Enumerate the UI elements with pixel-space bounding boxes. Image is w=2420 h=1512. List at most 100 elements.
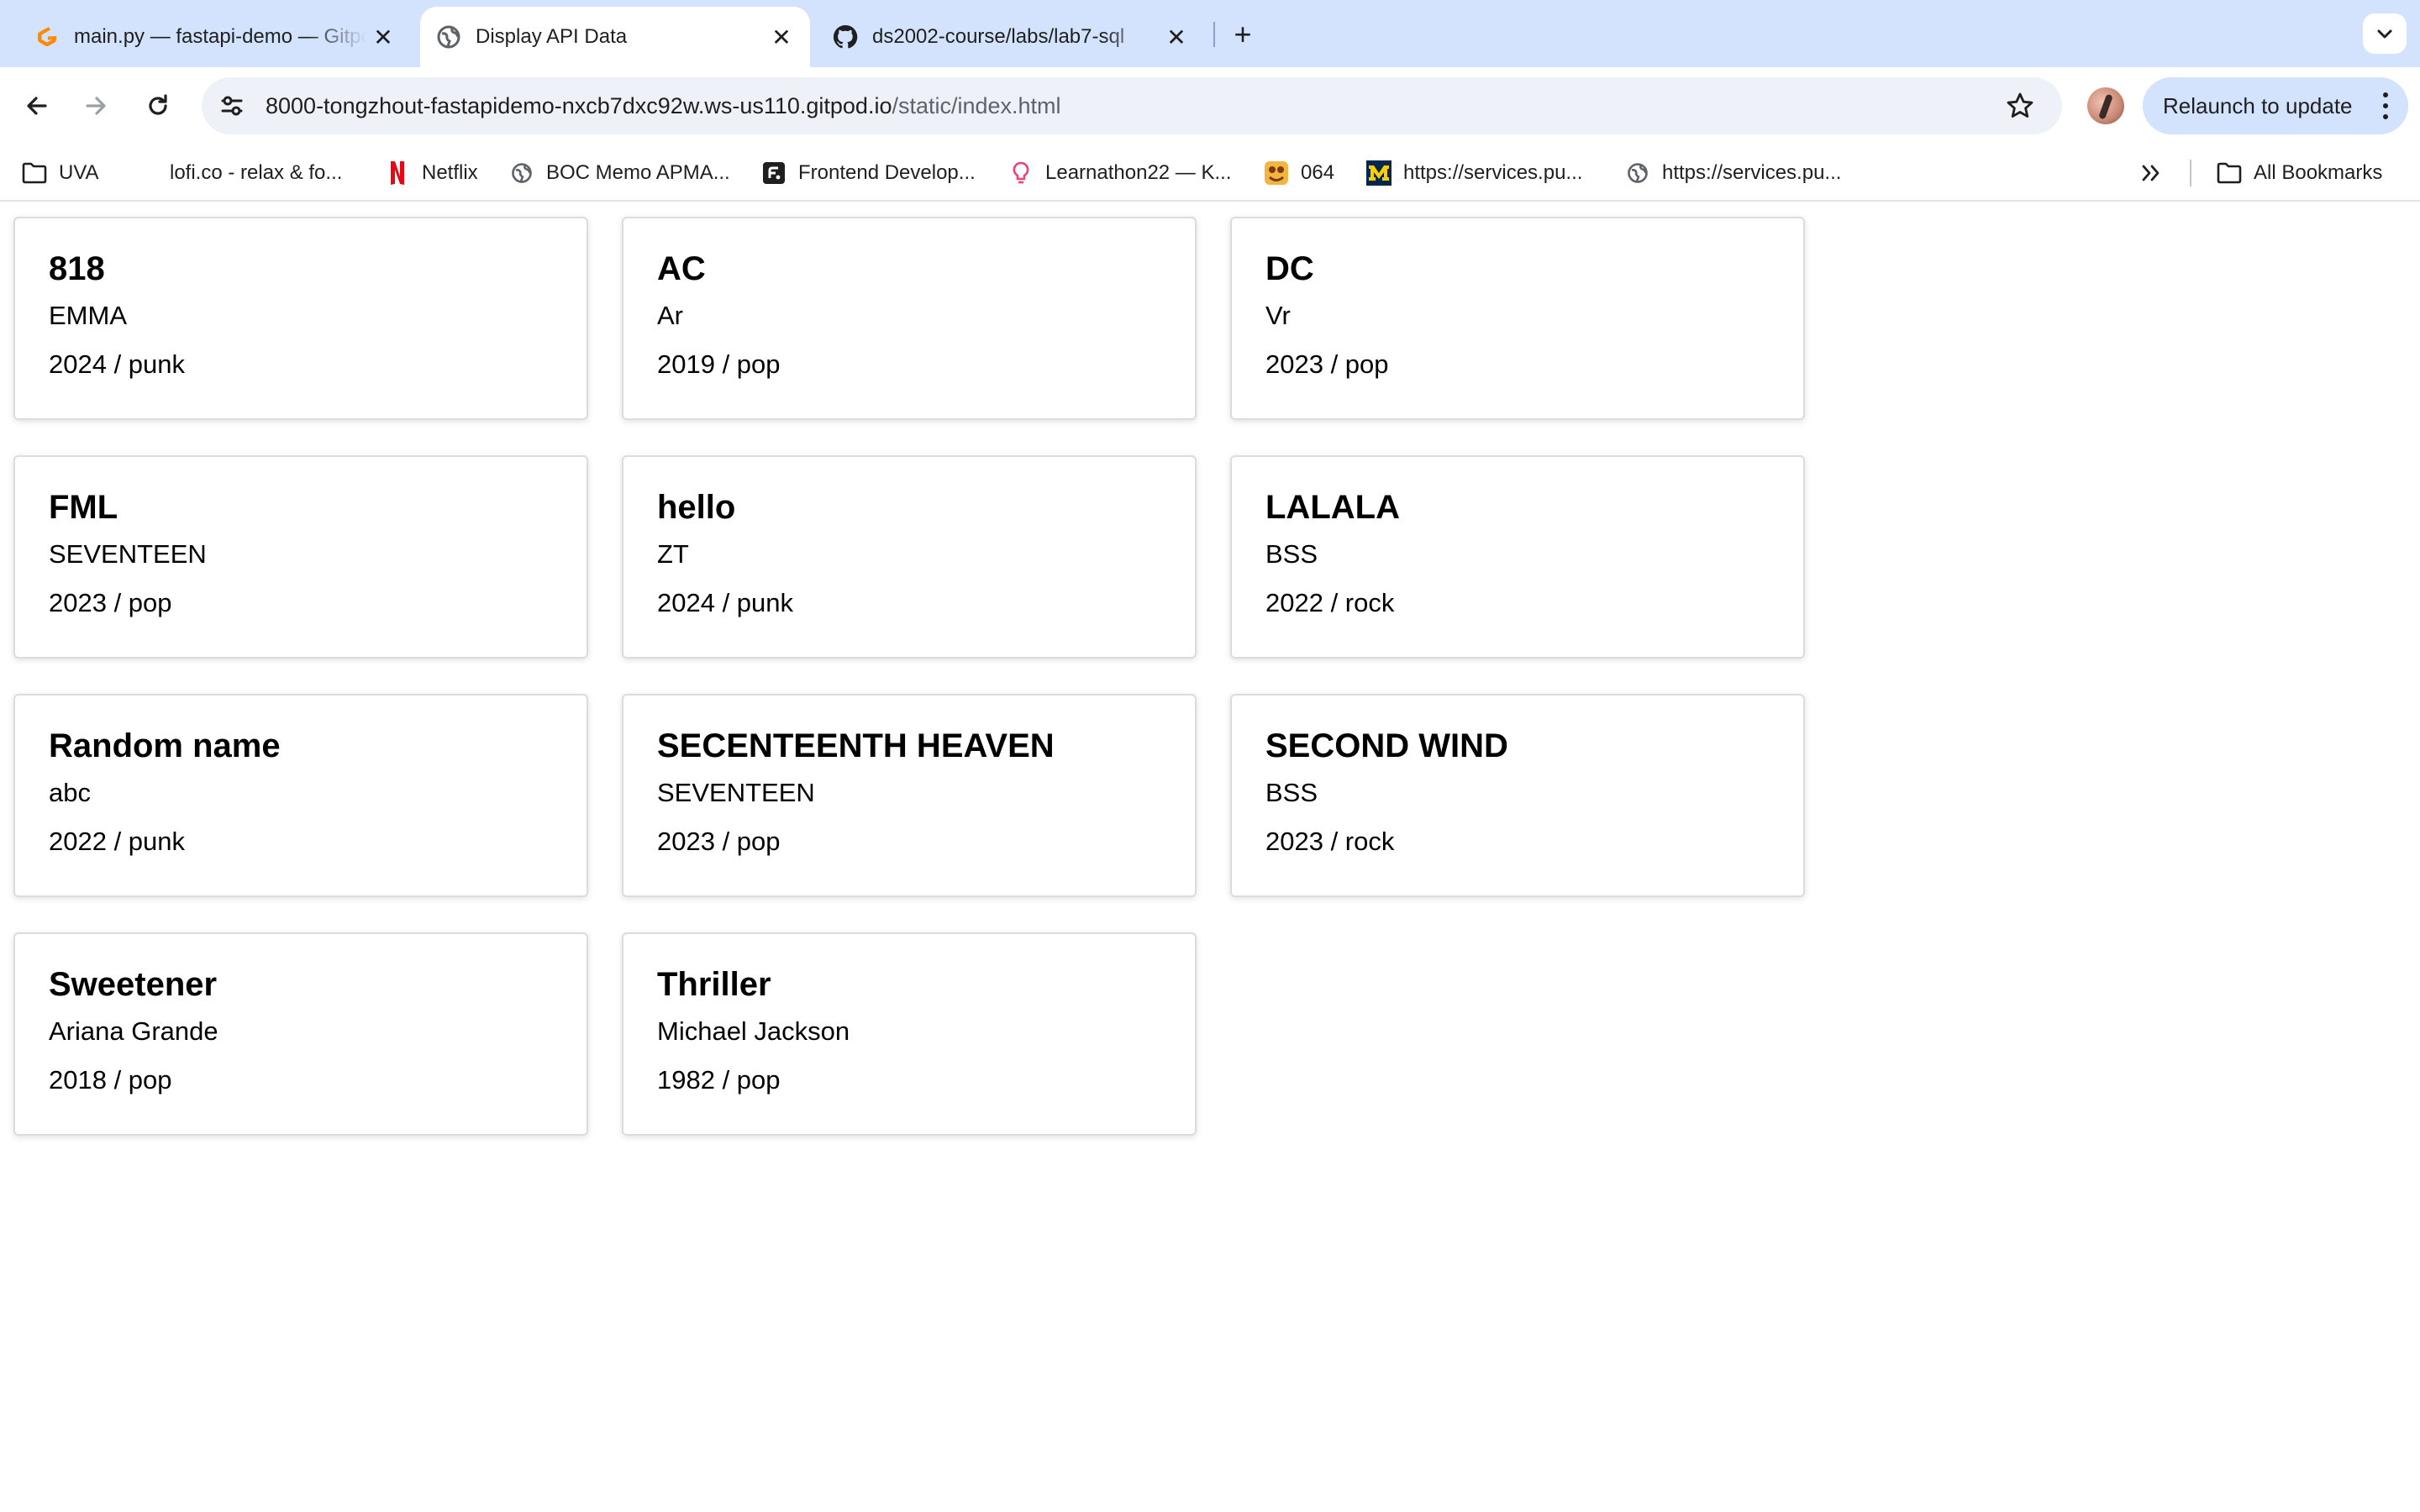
back-button[interactable] bbox=[17, 86, 57, 126]
album-year-genre: 2024 / punk bbox=[657, 588, 794, 617]
bookmark-label: lofi.co - relax & fo... bbox=[170, 161, 343, 184]
folder-icon bbox=[22, 160, 47, 186]
album-year-genre: 2022 / rock bbox=[1265, 588, 1395, 617]
frontend-mentor-icon bbox=[761, 160, 786, 186]
close-tab-icon[interactable]: ✕ bbox=[1160, 20, 1193, 54]
tab-strip: main.py — fastapi-demo — Gitpod ✕ Displa… bbox=[0, 0, 2420, 67]
bookmark-label: All Bookmarks bbox=[2254, 161, 2383, 184]
album-artist: SEVENTEEN bbox=[49, 539, 207, 569]
tab-display-api-data[interactable]: Display API Data ✕ bbox=[420, 7, 810, 67]
relaunch-label: Relaunch to update bbox=[2163, 92, 2353, 118]
bookmark-frontend-develop[interactable]: Frontend Develop... bbox=[761, 156, 976, 190]
album-title: SECENTEENTH HEAVEN bbox=[657, 727, 1055, 764]
bookmark-label: Frontend Develop... bbox=[798, 161, 976, 184]
tune-icon bbox=[221, 96, 243, 116]
bookmark-label: UVA bbox=[59, 161, 99, 184]
reload-button[interactable] bbox=[138, 86, 178, 126]
album-card: Sweetener Ariana Grande 2018 / pop bbox=[13, 932, 588, 1136]
arrow-right-icon bbox=[86, 97, 106, 115]
album-year-genre: 2023 / pop bbox=[49, 588, 172, 617]
album-title: DC bbox=[1265, 250, 1314, 287]
album-card: hello ZT 2024 / punk bbox=[622, 455, 1197, 659]
bookmark-star-button[interactable] bbox=[2002, 87, 2039, 124]
bookmark-learnathon22[interactable]: Learnathon22 — K... bbox=[1008, 156, 1231, 190]
folder-icon bbox=[2217, 160, 2242, 186]
tab-title: Display API Data bbox=[476, 25, 628, 48]
tab-github-lab7[interactable]: ds2002-course/labs/lab7-sql ✕ bbox=[818, 7, 1205, 67]
album-card: LALALA BSS 2022 / rock bbox=[1230, 455, 1805, 659]
netflix-icon bbox=[385, 160, 410, 186]
bookmark-services-pu-1[interactable]: https://services.pu... bbox=[1366, 156, 1582, 190]
close-tab-icon[interactable]: ✕ bbox=[366, 20, 400, 54]
more-bookmarks-button[interactable] bbox=[2134, 156, 2168, 190]
site-info-button[interactable] bbox=[213, 87, 250, 124]
tab-search-button[interactable] bbox=[2363, 13, 2407, 54]
bookmark-label: https://services.pu... bbox=[1662, 161, 1842, 184]
album-card: FML SEVENTEEN 2023 / pop bbox=[13, 455, 588, 659]
browser-toolbar: 8000-tongzhout-fastapidemo-nxcb7dxc92w.w… bbox=[0, 67, 2420, 144]
album-year-genre: 1982 / pop bbox=[657, 1065, 781, 1095]
globe-icon bbox=[1625, 160, 1650, 186]
album-title: SECOND WIND bbox=[1265, 727, 1508, 764]
album-title: Sweetener bbox=[49, 966, 218, 1003]
album-year-genre: 2024 / punk bbox=[49, 349, 186, 379]
double-chevron-right-icon bbox=[2142, 165, 2160, 181]
bookmark-label: BOC Memo APMA... bbox=[546, 161, 730, 184]
url-path: /static/index.html bbox=[892, 92, 1061, 118]
album-artist: SEVENTEEN bbox=[657, 778, 815, 807]
new-tab-button[interactable]: + bbox=[1225, 17, 1260, 52]
address-bar[interactable]: 8000-tongzhout-fastapidemo-nxcb7dxc92w.w… bbox=[202, 77, 2062, 134]
globe-icon bbox=[509, 160, 534, 186]
close-tab-icon[interactable]: ✕ bbox=[765, 20, 798, 54]
url-text[interactable]: 8000-tongzhout-fastapidemo-nxcb7dxc92w.w… bbox=[266, 93, 1061, 119]
album-card: SECENTEENTH HEAVEN SEVENTEEN 2023 / pop bbox=[622, 694, 1197, 897]
url-host: 8000-tongzhout-fastapidemo-nxcb7dxc92w.w… bbox=[266, 92, 892, 118]
album-artist: BSS bbox=[1265, 539, 1318, 569]
bookmark-netflix[interactable]: Netflix bbox=[385, 156, 478, 190]
github-icon bbox=[833, 24, 858, 49]
album-title: Random name bbox=[49, 727, 281, 764]
forward-button[interactable] bbox=[76, 86, 116, 126]
reload-icon bbox=[149, 94, 167, 115]
star-icon bbox=[2007, 92, 2033, 118]
album-year-genre: 2022 / punk bbox=[49, 827, 186, 856]
tab-separator bbox=[1213, 22, 1215, 47]
album-year-genre: 2023 / pop bbox=[1265, 349, 1389, 379]
bookmark-label: 064 bbox=[1301, 161, 1335, 184]
album-title: hello bbox=[657, 489, 736, 526]
album-title: LALALA bbox=[1265, 489, 1400, 526]
tab-title: main.py — fastapi-demo — Gitpod bbox=[74, 25, 366, 48]
album-artist: Ar bbox=[657, 301, 683, 330]
all-bookmarks-button[interactable]: All Bookmarks bbox=[2217, 156, 2382, 190]
album-year-genre: 2018 / pop bbox=[49, 1065, 172, 1095]
profile-avatar[interactable] bbox=[2087, 87, 2124, 124]
album-year-genre: 2023 / rock bbox=[1265, 827, 1395, 856]
relaunch-to-update-button[interactable]: Relaunch to update bbox=[2143, 77, 2408, 134]
globe-icon bbox=[437, 25, 460, 49]
chevron-down-icon bbox=[2377, 29, 2392, 39]
album-title: Thriller bbox=[657, 966, 771, 1003]
album-artist: BSS bbox=[1265, 778, 1318, 807]
bookmark-label: Learnathon22 — K... bbox=[1045, 161, 1232, 184]
album-artist: Michael Jackson bbox=[657, 1016, 850, 1046]
bookmark-services-pu-2[interactable]: https://services.pu... bbox=[1625, 156, 1841, 190]
gitpod-icon bbox=[38, 27, 56, 46]
bookmark-label: https://services.pu... bbox=[1403, 161, 1583, 184]
album-title: 818 bbox=[49, 250, 105, 287]
album-artist: Vr bbox=[1265, 301, 1291, 330]
tab-title: ds2002-course/labs/lab7-sql bbox=[872, 25, 1125, 48]
bookmark-lofi[interactable]: lofi.co - relax & fo... bbox=[170, 156, 342, 190]
album-artist: abc bbox=[49, 778, 91, 807]
lightbulb-icon bbox=[1008, 160, 1034, 186]
bookmark-064[interactable]: 064 bbox=[1264, 156, 1334, 190]
bookmark-boc-memo[interactable]: BOC Memo APMA... bbox=[509, 156, 730, 190]
album-title: FML bbox=[49, 489, 118, 526]
album-year-genre: 2023 / pop bbox=[657, 827, 781, 856]
album-card: Random name abc 2022 / punk bbox=[13, 694, 588, 897]
bookmarks-separator bbox=[2190, 160, 2191, 186]
album-card: AC Ar 2019 / pop bbox=[622, 217, 1197, 420]
tab-main-py[interactable]: main.py — fastapi-demo — Gitpod ✕ bbox=[0, 7, 412, 67]
more-menu-icon[interactable] bbox=[2381, 92, 2390, 119]
album-title: AC bbox=[657, 250, 706, 287]
bookmark-uva[interactable]: UVA bbox=[22, 156, 99, 190]
